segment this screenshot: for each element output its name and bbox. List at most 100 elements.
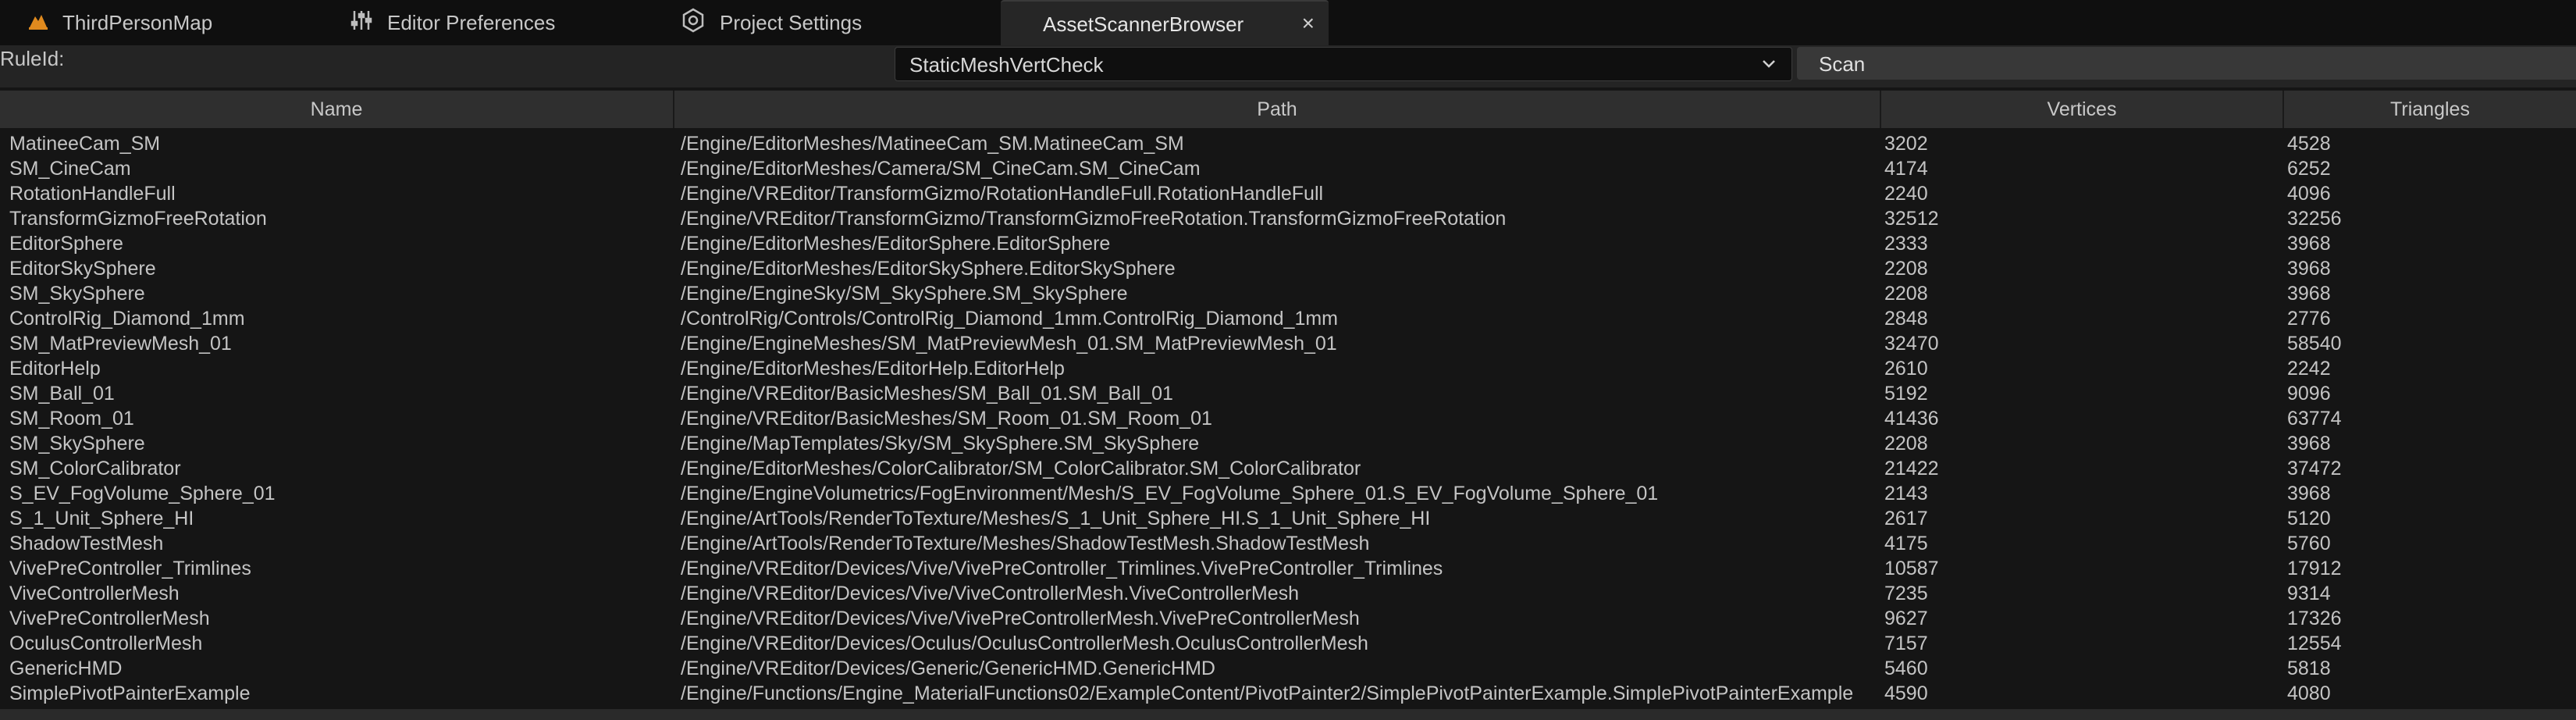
level-icon <box>28 10 48 36</box>
cell-name: EditorSphere <box>9 233 123 255</box>
cell-triangles: 17326 <box>2287 608 2342 629</box>
rule-select[interactable]: StaticMeshVertCheck <box>895 47 1792 81</box>
horizontal-scrollbar[interactable] <box>0 709 2576 720</box>
table-row[interactable]: ControlRig_Diamond_1mm/ControlRig/Contro… <box>0 306 2576 331</box>
table-row[interactable]: EditorSkySphere/Engine/EditorMeshes/Edit… <box>0 256 2576 281</box>
table-row[interactable]: VivePreController_Trimlines/Engine/VREdi… <box>0 556 2576 581</box>
cell-vertices: 2240 <box>1884 183 1928 205</box>
tab-assetscannerbrowser[interactable]: AssetScannerBrowser × <box>1001 0 1329 47</box>
table-row[interactable]: SM_SkySphere/Engine/EngineSky/SM_SkySphe… <box>0 281 2576 306</box>
cell-name: SM_CineCam <box>9 158 131 180</box>
cell-triangles: 5760 <box>2287 533 2331 554</box>
cell-path: /Engine/Functions/Engine_MaterialFunctio… <box>681 683 1854 704</box>
column-header-name[interactable]: Name <box>0 91 674 128</box>
cell-triangles: 4080 <box>2287 683 2331 704</box>
cell-vertices: 2610 <box>1884 358 1928 380</box>
cell-triangles: 4528 <box>2287 133 2331 155</box>
settings-icon <box>681 8 706 38</box>
cell-path: /Engine/EditorMeshes/MatineeCam_SM.Matin… <box>681 133 1184 155</box>
cell-path: /Engine/ArtTools/RenderToTexture/Meshes/… <box>681 508 1431 529</box>
cell-vertices: 2143 <box>1884 483 1928 504</box>
cell-triangles: 4096 <box>2287 183 2331 205</box>
cell-name: RotationHandleFull <box>9 183 176 205</box>
cell-triangles: 37472 <box>2287 458 2342 479</box>
cell-name: S_EV_FogVolume_Sphere_01 <box>9 483 276 504</box>
rule-select-value: StaticMeshVertCheck <box>909 53 1104 77</box>
cell-vertices: 7157 <box>1884 633 1928 654</box>
table-row[interactable]: OculusControllerMesh/Engine/VREditor/Dev… <box>0 631 2576 656</box>
cell-triangles: 3968 <box>2287 233 2331 255</box>
cell-triangles: 32256 <box>2287 208 2342 230</box>
table-row[interactable]: SM_Ball_01/Engine/VREditor/BasicMeshes/S… <box>0 381 2576 406</box>
tab-label: AssetScannerBrowser <box>1043 12 1244 36</box>
table-row[interactable]: SM_Room_01/Engine/VREditor/BasicMeshes/S… <box>0 406 2576 431</box>
table-row[interactable]: ShadowTestMesh/Engine/ArtTools/RenderToT… <box>0 531 2576 556</box>
table-row[interactable]: SM_ColorCalibrator/Engine/EditorMeshes/C… <box>0 456 2576 481</box>
cell-triangles: 12554 <box>2287 633 2342 654</box>
cell-vertices: 2208 <box>1884 433 1928 454</box>
cell-path: /Engine/VREditor/BasicMeshes/SM_Room_01.… <box>681 408 1212 430</box>
cell-name: EditorSkySphere <box>9 258 156 280</box>
cell-vertices: 2617 <box>1884 508 1928 529</box>
cell-triangles: 2242 <box>2287 358 2331 380</box>
cell-vertices: 10587 <box>1884 558 1939 579</box>
cell-name: VivePreController_Trimlines <box>9 558 251 579</box>
table-row[interactable]: ViveControllerMesh/Engine/VREditor/Devic… <box>0 581 2576 606</box>
cell-triangles: 3968 <box>2287 258 2331 280</box>
cell-path: /Engine/EngineSky/SM_SkySphere.SM_SkySph… <box>681 283 1128 305</box>
table-row[interactable]: EditorSphere/Engine/EditorMeshes/EditorS… <box>0 231 2576 256</box>
table-row[interactable]: S_1_Unit_Sphere_HI/Engine/ArtTools/Rende… <box>0 506 2576 531</box>
column-header-vertices[interactable]: Vertices <box>1881 91 2284 128</box>
table-row[interactable]: SM_SkySphere/Engine/MapTemplates/Sky/SM_… <box>0 431 2576 456</box>
table-row[interactable]: SimplePivotPainterExample/Engine/Functio… <box>0 681 2576 706</box>
table-row[interactable]: S_EV_FogVolume_Sphere_01/Engine/EngineVo… <box>0 481 2576 506</box>
scan-button-label: Scan <box>1819 52 1866 76</box>
cell-vertices: 4174 <box>1884 158 1928 180</box>
tab-editor-preferences[interactable]: Editor Preferences <box>350 0 555 45</box>
table-row[interactable]: EditorHelp/Engine/EditorMeshes/EditorHel… <box>0 356 2576 381</box>
cell-path: /Engine/VREditor/Devices/Generic/Generic… <box>681 658 1215 679</box>
cell-vertices: 21422 <box>1884 458 1939 479</box>
table-row[interactable]: RotationHandleFull/Engine/VREditor/Trans… <box>0 181 2576 206</box>
cell-vertices: 32470 <box>1884 333 1939 355</box>
column-header-triangles[interactable]: Triangles <box>2284 91 2576 128</box>
scan-button[interactable]: Scan <box>1797 47 2576 80</box>
cell-triangles: 17912 <box>2287 558 2342 579</box>
cell-name: VivePreControllerMesh <box>9 608 210 629</box>
tab-project-settings[interactable]: Project Settings <box>681 0 862 45</box>
cell-name: MatineeCam_SM <box>9 133 161 155</box>
cell-name: GenericHMD <box>9 658 123 679</box>
table-row[interactable]: MatineeCam_SM/Engine/EditorMeshes/Matine… <box>0 131 2576 156</box>
close-icon[interactable]: × <box>1302 11 1315 36</box>
table-body: MatineeCam_SM/Engine/EditorMeshes/Matine… <box>0 131 2576 709</box>
table-header: Name Path Vertices Triangles <box>0 91 2576 128</box>
cell-path: /ControlRig/Controls/ControlRig_Diamond_… <box>681 308 1339 330</box>
cell-vertices: 4175 <box>1884 533 1928 554</box>
table-row[interactable]: SM_MatPreviewMesh_01/Engine/EngineMeshes… <box>0 331 2576 356</box>
cell-vertices: 4590 <box>1884 683 1928 704</box>
cell-path: /Engine/EngineMeshes/SM_MatPreviewMesh_0… <box>681 333 1337 355</box>
table-row[interactable]: TransformGizmoFreeRotation/Engine/VREdit… <box>0 206 2576 231</box>
cell-triangles: 3968 <box>2287 433 2331 454</box>
cell-vertices: 2333 <box>1884 233 1928 255</box>
cell-triangles: 63774 <box>2287 408 2342 430</box>
cell-triangles: 58540 <box>2287 333 2342 355</box>
cell-name: SM_MatPreviewMesh_01 <box>9 333 232 355</box>
cell-path: /Engine/EditorMeshes/Camera/SM_CineCam.S… <box>681 158 1201 180</box>
column-header-path[interactable]: Path <box>674 91 1881 128</box>
table-row[interactable]: SM_CineCam/Engine/EditorMeshes/Camera/SM… <box>0 156 2576 181</box>
cell-vertices: 5460 <box>1884 658 1928 679</box>
cell-path: /Engine/EditorMeshes/EditorHelp.EditorHe… <box>681 358 1065 380</box>
cell-path: /Engine/VREditor/Devices/Vive/ViveContro… <box>681 583 1300 604</box>
table-row[interactable]: GenericHMD/Engine/VREditor/Devices/Gener… <box>0 656 2576 681</box>
tab-thirdpersonmap[interactable]: ThirdPersonMap <box>28 0 212 45</box>
cell-path: /Engine/MapTemplates/Sky/SM_SkySphere.SM… <box>681 433 1200 454</box>
cell-name: TransformGizmoFreeRotation <box>9 208 267 230</box>
cell-triangles: 2776 <box>2287 308 2331 330</box>
cell-name: SM_ColorCalibrator <box>9 458 181 479</box>
cell-path: /Engine/ArtTools/RenderToTexture/Meshes/… <box>681 533 1370 554</box>
table-row[interactable]: VivePreControllerMesh/Engine/VREditor/De… <box>0 606 2576 631</box>
tab-bar: ThirdPersonMap Editor Preferences Projec… <box>0 0 2576 47</box>
cell-path: /Engine/EditorMeshes/EditorSkySphere.Edi… <box>681 258 1176 280</box>
cell-name: SM_SkySphere <box>9 433 145 454</box>
